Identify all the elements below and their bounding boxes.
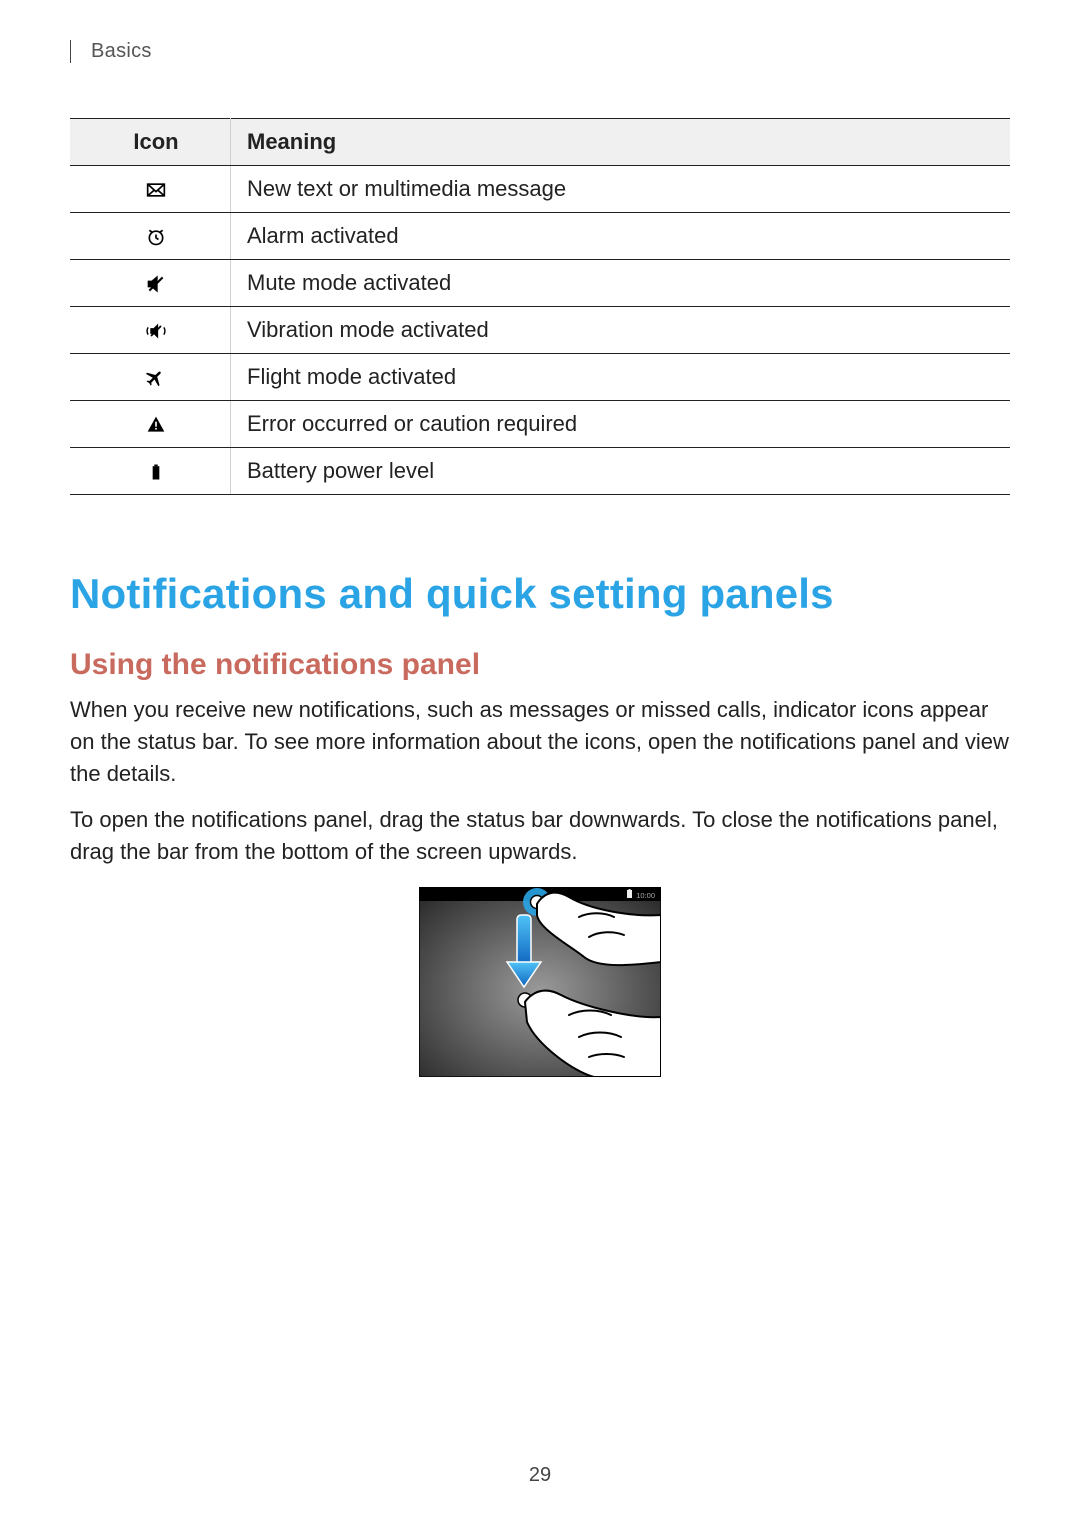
col-header-icon: Icon — [70, 119, 231, 166]
message-icon — [70, 166, 231, 213]
col-header-meaning: Meaning — [231, 119, 1011, 166]
alarm-icon — [70, 213, 231, 260]
vibration-icon — [70, 307, 231, 354]
meaning-cell: Error occurred or caution required — [231, 401, 1011, 448]
meaning-cell: Vibration mode activated — [231, 307, 1011, 354]
meaning-cell: Mute mode activated — [231, 260, 1011, 307]
meaning-cell: Battery power level — [231, 448, 1011, 495]
error-icon — [70, 401, 231, 448]
flight-icon — [70, 354, 231, 401]
body-paragraph: To open the notifications panel, drag th… — [70, 804, 1010, 868]
table-row: Alarm activated — [70, 213, 1010, 260]
page-number: 29 — [0, 1464, 1080, 1487]
heading-sub: Using the notifications panel — [70, 648, 1010, 682]
section-title: Basics — [91, 40, 152, 62]
body-paragraph: When you receive new notifications, such… — [70, 694, 1010, 790]
table-row: New text or multimedia message — [70, 166, 1010, 213]
illustration-status-time: 10:00 — [636, 891, 655, 900]
illustration: 10:00 — [70, 887, 1010, 1082]
meaning-cell: New text or multimedia message — [231, 166, 1011, 213]
battery-icon — [70, 448, 231, 495]
heading-main: Notifications and quick setting panels — [70, 570, 1010, 618]
page-header-breadcrumb: Basics — [70, 40, 1010, 63]
meaning-cell: Alarm activated — [231, 213, 1011, 260]
table-row: Vibration mode activated — [70, 307, 1010, 354]
table-row: Flight mode activated — [70, 354, 1010, 401]
table-row: Battery power level — [70, 448, 1010, 495]
meaning-cell: Flight mode activated — [231, 354, 1011, 401]
mute-icon — [70, 260, 231, 307]
icon-meaning-table: Icon Meaning New text or multimedia mess… — [70, 118, 1010, 495]
table-row: Mute mode activated — [70, 260, 1010, 307]
table-row: Error occurred or caution required — [70, 401, 1010, 448]
